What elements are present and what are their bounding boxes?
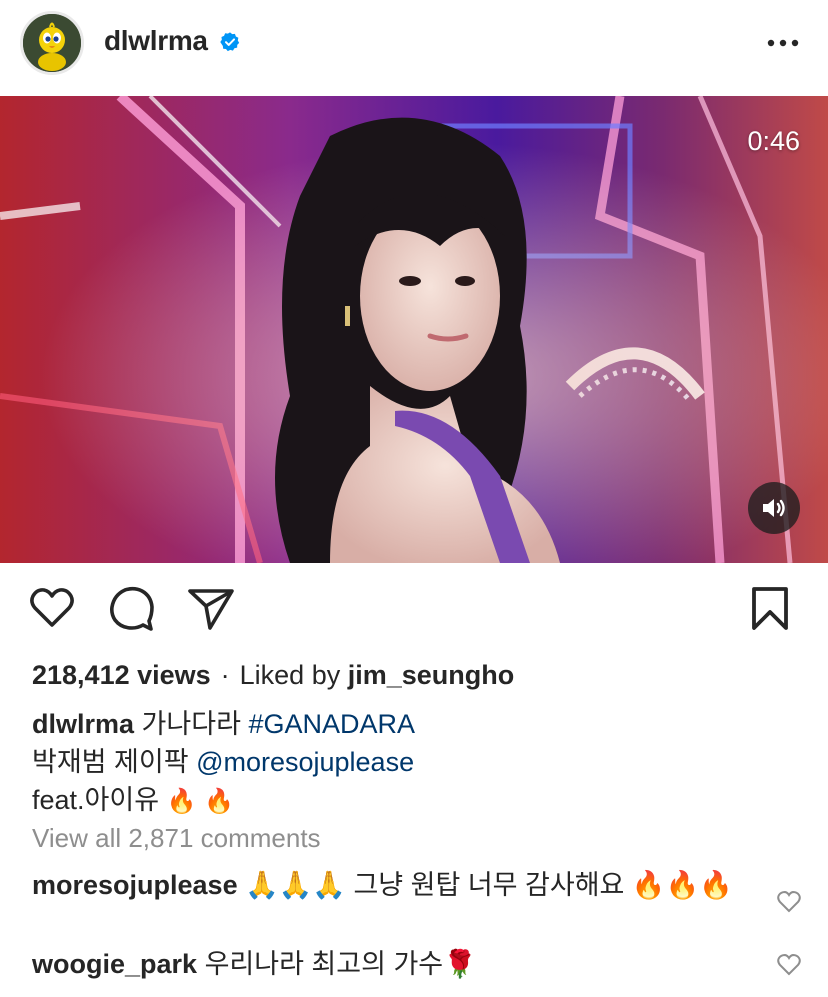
comment-username[interactable]: woogie_park	[32, 949, 197, 979]
post-video[interactable]: 0:46	[0, 96, 828, 563]
comment-item: woogie_park 우리나라 최고의 가수🌹	[32, 946, 752, 982]
speaker-icon	[763, 499, 785, 517]
tweety-bird-icon	[23, 14, 81, 72]
comment-bubble-icon[interactable]	[108, 584, 156, 632]
caption-title: 가나다라	[141, 709, 241, 739]
post-username[interactable]: dlwlrma	[104, 25, 208, 57]
caption-mention[interactable]: @moresojuplease	[196, 747, 414, 777]
caption-line2: 박재범 제이팍	[32, 747, 189, 777]
post-actions	[0, 584, 828, 640]
mute-toggle-button[interactable]	[748, 482, 800, 534]
comment-like-heart-icon[interactable]	[776, 890, 802, 914]
views-count[interactable]: 218,412 views	[32, 660, 211, 690]
heart-outline-icon[interactable]	[28, 584, 76, 632]
comment-like-heart-icon[interactable]	[776, 953, 802, 977]
comment-item: moresojuplease 🙏🙏🙏 그냥 원탑 너무 감사해요 🔥🔥🔥	[32, 867, 752, 903]
comment-text: 우리나라 최고의 가수🌹	[204, 949, 477, 979]
liked-by-user[interactable]: jim_seungho	[348, 660, 515, 690]
view-all-comments-link[interactable]: View all 2,871 comments	[32, 823, 321, 854]
bookmark-icon[interactable]	[748, 584, 792, 632]
video-duration: 0:46	[747, 126, 800, 156]
post-caption: dlwlrma 가나다라 #GANADARA 박재범 제이팍 @moresoju…	[32, 705, 792, 820]
liked-by-prefix: Liked by	[239, 660, 341, 690]
caption-username[interactable]: dlwlrma	[32, 709, 134, 739]
caption-hashtag[interactable]: #GANADARA	[248, 709, 415, 739]
caption-fire-emoji: 🔥 🔥	[166, 787, 234, 815]
avatar[interactable]	[20, 11, 84, 75]
comment-username[interactable]: moresojuplease	[32, 870, 238, 900]
post-header: dlwlrma	[0, 0, 828, 90]
paper-plane-icon[interactable]	[186, 584, 236, 632]
more-horizontal-icon[interactable]	[766, 30, 800, 56]
comment-text: 🙏🙏🙏 그냥 원탑 너무 감사해요 🔥🔥🔥	[245, 870, 733, 900]
views-line: 218,412 views · Liked by jim_seungho	[32, 660, 514, 691]
separator-dot: ·	[220, 660, 230, 690]
caption-line3: feat.아이유	[32, 785, 160, 815]
verified-badge-icon	[220, 32, 240, 52]
video-frame	[0, 96, 828, 563]
